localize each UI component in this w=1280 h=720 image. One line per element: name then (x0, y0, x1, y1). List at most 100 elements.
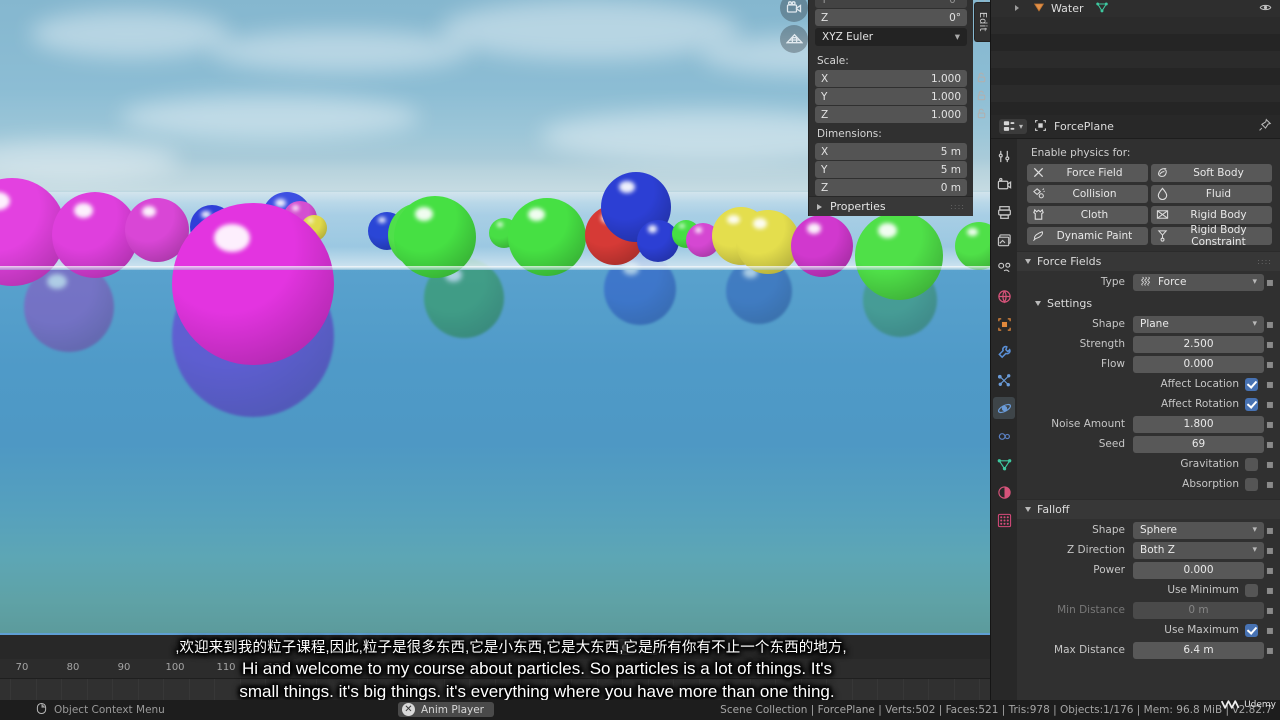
physics-button-rigid-body-constraint[interactable]: Rigid Body Constraint (1151, 224, 1272, 248)
properties-tab-view-layer[interactable] (993, 229, 1015, 251)
physics-button-dynamic-paint[interactable]: Dynamic Paint (1027, 227, 1148, 245)
rotation-row-z[interactable]: Z 0° (815, 9, 986, 26)
force-field-flow-row[interactable]: Flow 0.000 ▪ (1017, 355, 1280, 373)
animate-property-dot[interactable]: ▪ (1264, 398, 1276, 410)
rotation-row-y[interactable]: Y 0° (815, 0, 986, 8)
sidebar-properties-panel-header[interactable]: Properties :::: (809, 196, 973, 216)
force-field-settings-rows[interactable]: Shape Plane ▾ ▪ Strength 2.500 ▪ Flow 0.000 ▪ Affe… (1017, 315, 1280, 493)
force-field-flow-field[interactable]: 0.000 (1133, 355, 1264, 373)
falloff-power-field[interactable]: 0.000 (1133, 561, 1264, 579)
scale-row-x[interactable]: X 1.000 (815, 70, 986, 87)
animate-property-dot[interactable]: ▪ (1264, 458, 1276, 470)
sidebar-tab-edit[interactable]: Edit (974, 2, 990, 42)
properties-tab-material[interactable] (993, 481, 1015, 503)
force-field-affect-rotation-row[interactable]: Affect Rotation ▪ (1017, 395, 1280, 413)
animate-property-dot[interactable]: ▪ (1264, 378, 1276, 390)
falloff-max-distance-row[interactable]: Max Distance 6.4 m ▪ (1017, 641, 1280, 659)
animate-property-dot[interactable]: ▪ (1264, 418, 1276, 430)
force-field-shape-row[interactable]: Shape Plane ▾ ▪ (1017, 315, 1280, 333)
properties-tab-tool[interactable] (993, 145, 1015, 167)
scale-row-y[interactable]: Y 1.000 (815, 88, 986, 105)
timeline-editor[interactable]: 70 80 90 100 110 120 (0, 633, 990, 701)
properties-tab-render[interactable] (993, 173, 1015, 195)
force-field-strength-row[interactable]: Strength 2.500 ▪ (1017, 335, 1280, 353)
lock-scale-z-icon[interactable] (975, 107, 990, 122)
force-field-noise-amount-row[interactable]: Noise Amount 1.800 ▪ (1017, 415, 1280, 433)
record-icon[interactable] (615, 639, 635, 655)
lock-scale-x-icon[interactable] (975, 71, 990, 86)
falloff-use-minimum-checkbox[interactable] (1245, 583, 1258, 597)
editor-type-selector[interactable]: ▾ (999, 119, 1028, 134)
scale-row-z[interactable]: Z 1.000 (815, 106, 986, 123)
visibility-eye-icon[interactable] (1259, 1, 1272, 17)
lock-scale-y-icon[interactable] (975, 89, 990, 104)
physics-buttons-grid[interactable]: Force Field Soft Body Collision Fluid Cloth R… (1017, 164, 1280, 251)
camera-gizmo-icon[interactable] (780, 0, 808, 22)
falloff-shape-row[interactable]: Shape Sphere ▾ ▪ (1017, 521, 1280, 539)
animate-property-dot[interactable]: ▪ (1264, 276, 1276, 288)
falloff-shape-dropdown[interactable]: Sphere ▾ (1133, 521, 1264, 539)
animate-property-dot[interactable]: ▪ (1264, 584, 1276, 596)
animate-property-dot[interactable]: ▪ (1264, 478, 1276, 490)
falloff-use-minimum-row[interactable]: Use Minimum ▪ (1017, 581, 1280, 599)
physics-button-force-field[interactable]: Force Field (1027, 164, 1148, 182)
falloff-z-direction-dropdown[interactable]: Both Z ▾ (1133, 541, 1264, 559)
3d-viewport[interactable]: Y 0° Z 0° XYZ Euler ▾ (0, 0, 990, 633)
force-type-dropdown[interactable]: Force ▾ (1133, 273, 1264, 291)
force-field-seed-row[interactable]: Seed 69 ▪ (1017, 435, 1280, 453)
animate-property-dot[interactable]: ▪ (1264, 644, 1276, 656)
timeline-keyframe-area[interactable] (0, 679, 990, 701)
pin-icon[interactable] (1258, 118, 1272, 135)
physics-button-rigid-body[interactable]: Rigid Body (1151, 206, 1272, 224)
animate-property-dot[interactable]: ▪ (1264, 338, 1276, 350)
properties-tab-object-data[interactable] (993, 453, 1015, 475)
force-fields-panel-header[interactable]: Force Fields :::: (1017, 251, 1280, 271)
force-field-seed-field[interactable]: 69 (1133, 435, 1264, 453)
properties-tab-object[interactable] (993, 313, 1015, 335)
falloff-min-distance-field[interactable]: 0 m (1133, 601, 1264, 619)
physics-button-soft-body[interactable]: Soft Body (1151, 164, 1272, 182)
viewport-sidebar-item-panel[interactable]: Y 0° Z 0° XYZ Euler ▾ (808, 0, 986, 216)
properties-tab-texture[interactable] (993, 509, 1015, 531)
falloff-use-maximum-checkbox[interactable] (1245, 623, 1258, 637)
properties-tab-output[interactable] (993, 201, 1015, 223)
force-field-strength-field[interactable]: 2.500 (1133, 335, 1264, 353)
outliner-editor[interactable]: Water (990, 0, 1280, 119)
settings-panel-header[interactable]: Settings (1017, 293, 1280, 313)
force-field-gravitation-row[interactable]: Gravitation ▪ (1017, 455, 1280, 473)
falloff-settings-rows[interactable]: Shape Sphere ▾ ▪ Z Direction Both Z ▾ ▪ Power 0.0… (1017, 521, 1280, 659)
animate-property-dot[interactable]: ▪ (1264, 604, 1276, 616)
properties-tab-constraints[interactable] (993, 425, 1015, 447)
falloff-min-distance-row[interactable]: Min Distance 0 m ▪ (1017, 601, 1280, 619)
dimension-row-z[interactable]: Z 0 m (815, 179, 967, 196)
expand-arrow-icon[interactable] (1013, 2, 1021, 15)
force-field-gravitation-checkbox[interactable] (1245, 457, 1258, 471)
anim-player-badge[interactable]: ✕ Anim Player (398, 702, 494, 717)
animate-property-dot[interactable]: ▪ (1264, 318, 1276, 330)
force-type-row[interactable]: Type Force ▾ ▪ (1017, 273, 1280, 291)
animate-property-dot[interactable]: ▪ (1264, 438, 1276, 450)
properties-tab-particles[interactable] (993, 369, 1015, 391)
force-field-noise-amount-field[interactable]: 1.800 (1133, 415, 1264, 433)
physics-button-collision[interactable]: Collision (1027, 185, 1148, 203)
properties-tab-physics[interactable] (993, 397, 1015, 419)
force-field-shape-dropdown[interactable]: Plane ▾ (1133, 315, 1264, 333)
properties-tab-scene[interactable] (993, 257, 1015, 279)
falloff-z-direction-row[interactable]: Z Direction Both Z ▾ ▪ (1017, 541, 1280, 559)
grid-gizmo-icon[interactable] (780, 25, 808, 53)
animate-property-dot[interactable]: ▪ (1264, 564, 1276, 576)
physics-button-cloth[interactable]: Cloth (1027, 206, 1148, 224)
properties-tab-modifiers[interactable] (993, 341, 1015, 363)
properties-tab-world[interactable] (993, 285, 1015, 307)
force-field-affect-location-checkbox[interactable] (1245, 377, 1258, 391)
close-icon[interactable]: ✕ (402, 703, 415, 716)
timeline-playback-controls[interactable] (615, 639, 658, 655)
animate-property-dot[interactable]: ▪ (1264, 524, 1276, 536)
timeline-ruler[interactable]: 70 80 90 100 110 120 (0, 659, 990, 679)
falloff-max-distance-field[interactable]: 6.4 m (1133, 641, 1264, 659)
physics-button-fluid[interactable]: Fluid (1151, 185, 1272, 203)
animate-property-dot[interactable]: ▪ (1264, 544, 1276, 556)
animate-property-dot[interactable]: ▪ (1264, 358, 1276, 370)
dimension-row-y[interactable]: Y 5 m (815, 161, 967, 178)
force-field-affect-rotation-checkbox[interactable] (1245, 397, 1258, 411)
